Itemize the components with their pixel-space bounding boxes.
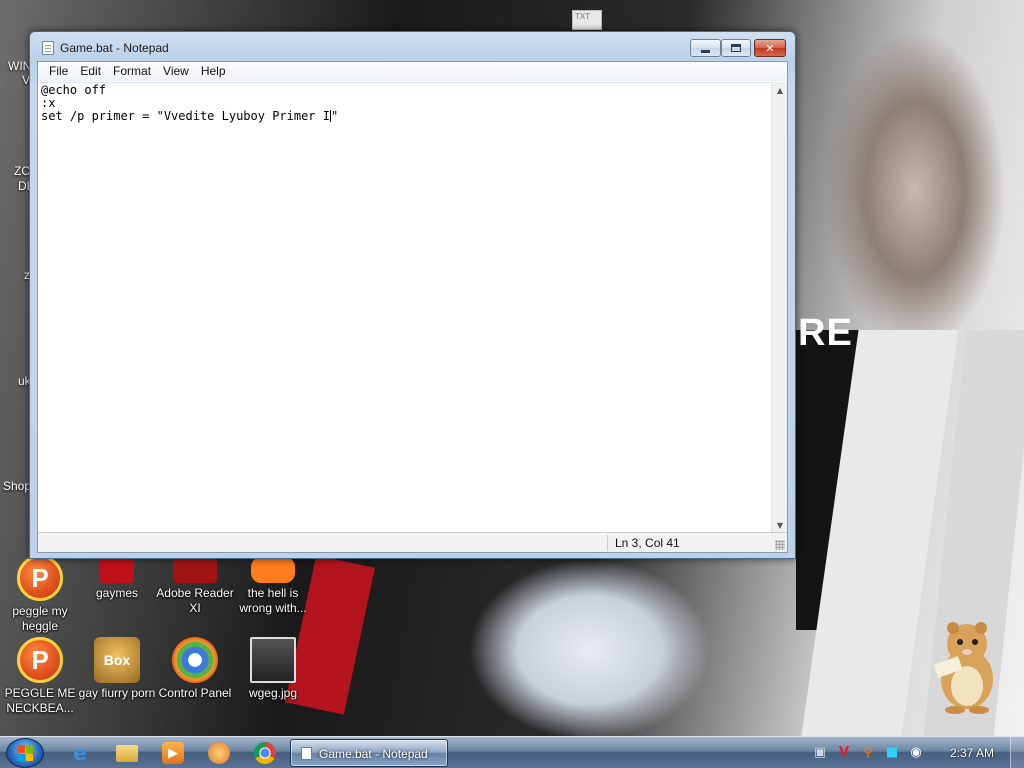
notepad-icon: [42, 41, 54, 55]
desktop-icon-the-hell-is-wrong[interactable]: the hell is wrong with...: [233, 557, 313, 616]
chrome-icon[interactable]: [254, 742, 276, 764]
scroll-down-icon[interactable]: ▼: [772, 517, 788, 533]
image-file-icon: [250, 637, 296, 683]
close-icon: ✕: [765, 41, 775, 55]
menu-edit[interactable]: Edit: [74, 62, 107, 81]
folder-icon[interactable]: [116, 745, 138, 762]
desktop-icon-partial-label[interactable]: WIN: [8, 59, 31, 73]
taskbar: e ▶ Game.bat - Notepad ▣ V ⚲ ■ ◉ 2:37 AM: [0, 736, 1024, 768]
desktop-icon-control-panel[interactable]: Control Panel: [155, 637, 235, 701]
desktop-icon-peggle-my-heggle[interactable]: P peggle my heggle: [0, 555, 80, 634]
gaymes-icon: [100, 557, 134, 583]
desktop-icon-adobe-reader[interactable]: Adobe Reader XI: [155, 557, 235, 616]
desktop-icon-label: peggle my heggle: [12, 604, 68, 633]
menu-view[interactable]: View: [157, 62, 195, 81]
desktop-icon-peggle-me-neckbea[interactable]: P PEGGLE ME NECKBEA...: [0, 637, 80, 716]
paint-icon[interactable]: [208, 742, 230, 764]
media-player-icon[interactable]: ▶: [162, 742, 184, 764]
peggle-icon: P: [17, 555, 63, 601]
internet-explorer-icon[interactable]: e: [69, 741, 91, 765]
control-panel-icon: [172, 637, 218, 683]
hamster-mascot-icon: [933, 622, 993, 714]
desktop-icon-label: Adobe Reader XI: [156, 586, 234, 615]
desktop-icon-label: wgeg.jpg: [248, 686, 298, 700]
desktop-icon-partial-label[interactable]: Shop: [3, 479, 31, 493]
desktop-icon-label: the hell is wrong with...: [239, 586, 307, 615]
tray-display-icon[interactable]: ■: [882, 742, 902, 762]
notepad-icon: [301, 747, 312, 760]
adobe-reader-icon: [173, 557, 217, 583]
box-icon: Box: [94, 637, 140, 683]
scroll-up-icon[interactable]: ▲: [772, 82, 788, 98]
editor-line-text-after-caret: ": [330, 109, 339, 123]
taskbar-button-label: Game.bat - Notepad: [319, 747, 428, 761]
wallpaper-text: RE: [798, 312, 853, 354]
text-editor[interactable]: @echo off:x set /p primer = "Vvedite Lyub…: [38, 82, 772, 533]
maximize-icon: [731, 44, 741, 52]
clock[interactable]: 2:37 AM: [950, 746, 994, 760]
vertical-scrollbar[interactable]: ▲ ▼: [771, 82, 787, 533]
tray-search-icon[interactable]: ⚲: [858, 742, 878, 762]
tray-app-icon[interactable]: ▣: [810, 742, 830, 762]
title-bar[interactable]: Game.bat - Notepad ✕: [30, 32, 795, 62]
taskbar-button-notepad[interactable]: Game.bat - Notepad: [290, 739, 448, 767]
editor-line-text: set /p primer = "Vvedite Lyuboy Primer I: [41, 109, 330, 123]
desktop-icon-label: gay fiurry porn: [78, 686, 156, 700]
desktop-icon-box[interactable]: Box gay fiurry porn: [77, 637, 157, 701]
start-button[interactable]: [6, 738, 44, 768]
desktop-icon-label: PEGGLE ME NECKBEA...: [4, 686, 76, 715]
menu-bar: File Edit Format View Help: [38, 62, 787, 81]
menu-file[interactable]: File: [43, 62, 74, 81]
windows-logo-icon: [17, 745, 33, 761]
window-title: Game.bat - Notepad: [60, 41, 169, 55]
aol-icon: [251, 557, 295, 583]
system-tray: ▣ V ⚲ ■ ◉: [810, 742, 926, 764]
editor-line: @echo off: [41, 83, 107, 97]
show-desktop-button[interactable]: [1010, 737, 1024, 768]
cursor-position: Ln 3, Col 41: [615, 536, 680, 550]
desktop-icon-wgeg-jpg[interactable]: wgeg.jpg: [233, 637, 313, 701]
notepad-window[interactable]: Game.bat - Notepad ✕ File Edit Format Vi…: [29, 31, 796, 559]
tray-volume-icon[interactable]: ◉: [906, 742, 926, 762]
text-file-thumbnail[interactable]: TXT: [572, 10, 602, 30]
notepad-client-area: File Edit Format View Help @echo off:x se…: [37, 61, 788, 553]
close-button[interactable]: ✕: [754, 39, 786, 57]
menu-help[interactable]: Help: [195, 62, 232, 81]
tray-v-icon[interactable]: V: [834, 742, 854, 762]
status-divider: [607, 535, 608, 551]
menu-format[interactable]: Format: [107, 62, 157, 81]
desktop-icon-gaymes[interactable]: gaymes: [77, 557, 157, 601]
resize-grip-icon[interactable]: [775, 540, 785, 550]
editor-line: set /p primer = "Vvedite Lyuboy Primer I…: [41, 110, 769, 123]
minimize-button[interactable]: [690, 39, 721, 57]
minimize-icon: [701, 49, 710, 53]
status-bar: Ln 3, Col 41: [38, 532, 787, 552]
desktop-icon-label: gaymes: [95, 586, 139, 600]
desktop-icon-label: Control Panel: [158, 686, 232, 700]
peggle-icon: P: [17, 637, 63, 683]
maximize-button[interactable]: [721, 39, 751, 57]
